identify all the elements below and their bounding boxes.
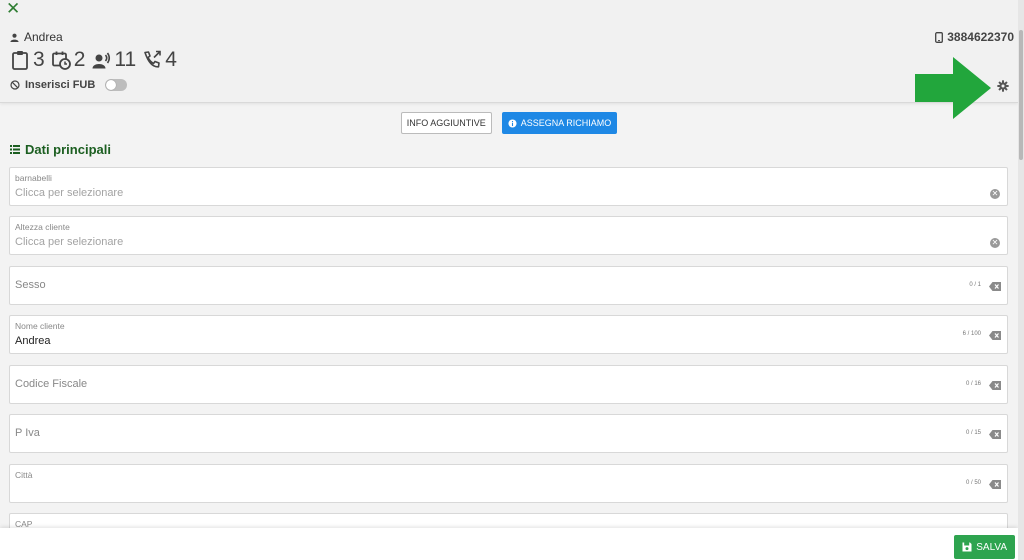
contact-name-text: Andrea [24, 30, 63, 44]
section-title-text: Dati principali [25, 142, 111, 157]
char-counter: 6 / 100 [962, 331, 981, 337]
citta-field[interactable]: Città 0 / 50 [9, 464, 1008, 503]
info-aggiuntive-button[interactable]: INFO AGGIUNTIVE [400, 112, 492, 134]
field-label: barnabelli [15, 173, 52, 183]
phone-number-text: 3884622370 [947, 30, 1014, 44]
field-value: Andrea [15, 335, 51, 347]
calendar-clock-icon [51, 51, 71, 70]
stat-appointments-count: 2 [73, 48, 86, 71]
field-label: Codice Fiscale [15, 378, 88, 390]
assegna-richiamo-button[interactable]: ASSEGNA RICHIAMO [501, 112, 618, 134]
list-icon [10, 145, 20, 154]
barnabelli-select[interactable]: barnabelli Clicca per selezionare ✕ [9, 167, 1008, 206]
field-label: Nome cliente [15, 321, 65, 331]
action-buttons: INFO AGGIUNTIVE ASSEGNA RICHIAMO [0, 112, 1018, 134]
fub-label: Inserisci FUB [25, 79, 96, 91]
stat-contacts[interactable]: 11 [91, 48, 136, 72]
clipboard-icon [12, 51, 28, 70]
field-label: Altezza cliente [15, 222, 70, 232]
gear-icon[interactable] [997, 80, 1009, 92]
stat-tasks[interactable]: 3 [10, 48, 45, 72]
backspace-icon[interactable] [989, 381, 1001, 390]
nome-cliente-field[interactable]: Nome cliente Andrea 6 / 100 [9, 315, 1008, 354]
close-icon[interactable]: ✕ [6, 0, 20, 17]
contact-name: Andrea [10, 30, 63, 44]
block-icon [10, 80, 20, 90]
info-circle-icon [508, 118, 517, 128]
stat-tasks-count: 3 [33, 48, 45, 71]
speaker-person-icon [92, 52, 111, 69]
scrollbar[interactable] [1018, 0, 1024, 560]
phone-calls-icon [144, 50, 161, 68]
activity-stats: 3 2 11 4 [10, 48, 177, 72]
mobile-phone-icon [935, 31, 944, 43]
field-label: Città [15, 470, 33, 480]
scrollbar-thumb[interactable] [1019, 30, 1023, 160]
right-arrow-annotation-icon [915, 57, 991, 119]
p-iva-field[interactable]: P Iva 0 / 15 [9, 414, 1008, 453]
altezza-cliente-select[interactable]: Altezza cliente Clicca per selezionare ✕ [9, 216, 1008, 255]
char-counter: 0 / 50 [965, 480, 981, 486]
field-placeholder: Clicca per selezionare [15, 187, 124, 199]
stat-calls-count: 4 [165, 48, 177, 71]
fub-row: Inserisci FUB [10, 79, 128, 91]
phone-number[interactable]: 3884622370 [935, 30, 1014, 44]
person-icon [10, 33, 19, 42]
stat-appointments[interactable]: 2 [51, 48, 86, 72]
backspace-icon[interactable] [989, 430, 1001, 439]
floppy-disk-icon [962, 542, 972, 552]
save-button[interactable]: SALVA [954, 535, 1015, 559]
backspace-icon[interactable] [989, 480, 1001, 489]
section-title: Dati principali [10, 142, 111, 157]
field-placeholder: Clicca per selezionare [15, 236, 124, 248]
field-label: P Iva [15, 427, 40, 439]
stat-contacts-count: 11 [114, 48, 137, 71]
clear-icon[interactable]: ✕ [990, 238, 1000, 248]
fub-toggle[interactable] [105, 79, 128, 91]
footer-bar: SALVA [0, 528, 1018, 560]
clear-icon[interactable]: ✕ [990, 189, 1000, 199]
sesso-field[interactable]: Sesso 0 / 1 [9, 266, 1008, 305]
stat-calls[interactable]: 4 [142, 48, 177, 72]
backspace-icon[interactable] [989, 282, 1001, 291]
backspace-icon[interactable] [989, 331, 1001, 340]
assegna-richiamo-label: ASSEGNA RICHIAMO [520, 118, 612, 128]
save-label: SALVA [976, 541, 1007, 553]
char-counter: 0 / 16 [965, 381, 981, 387]
field-label: Sesso [15, 279, 46, 291]
codice-fiscale-field[interactable]: Codice Fiscale 0 / 16 [9, 365, 1008, 404]
char-counter: 0 / 1 [969, 282, 981, 288]
char-counter: 0 / 15 [965, 430, 981, 436]
